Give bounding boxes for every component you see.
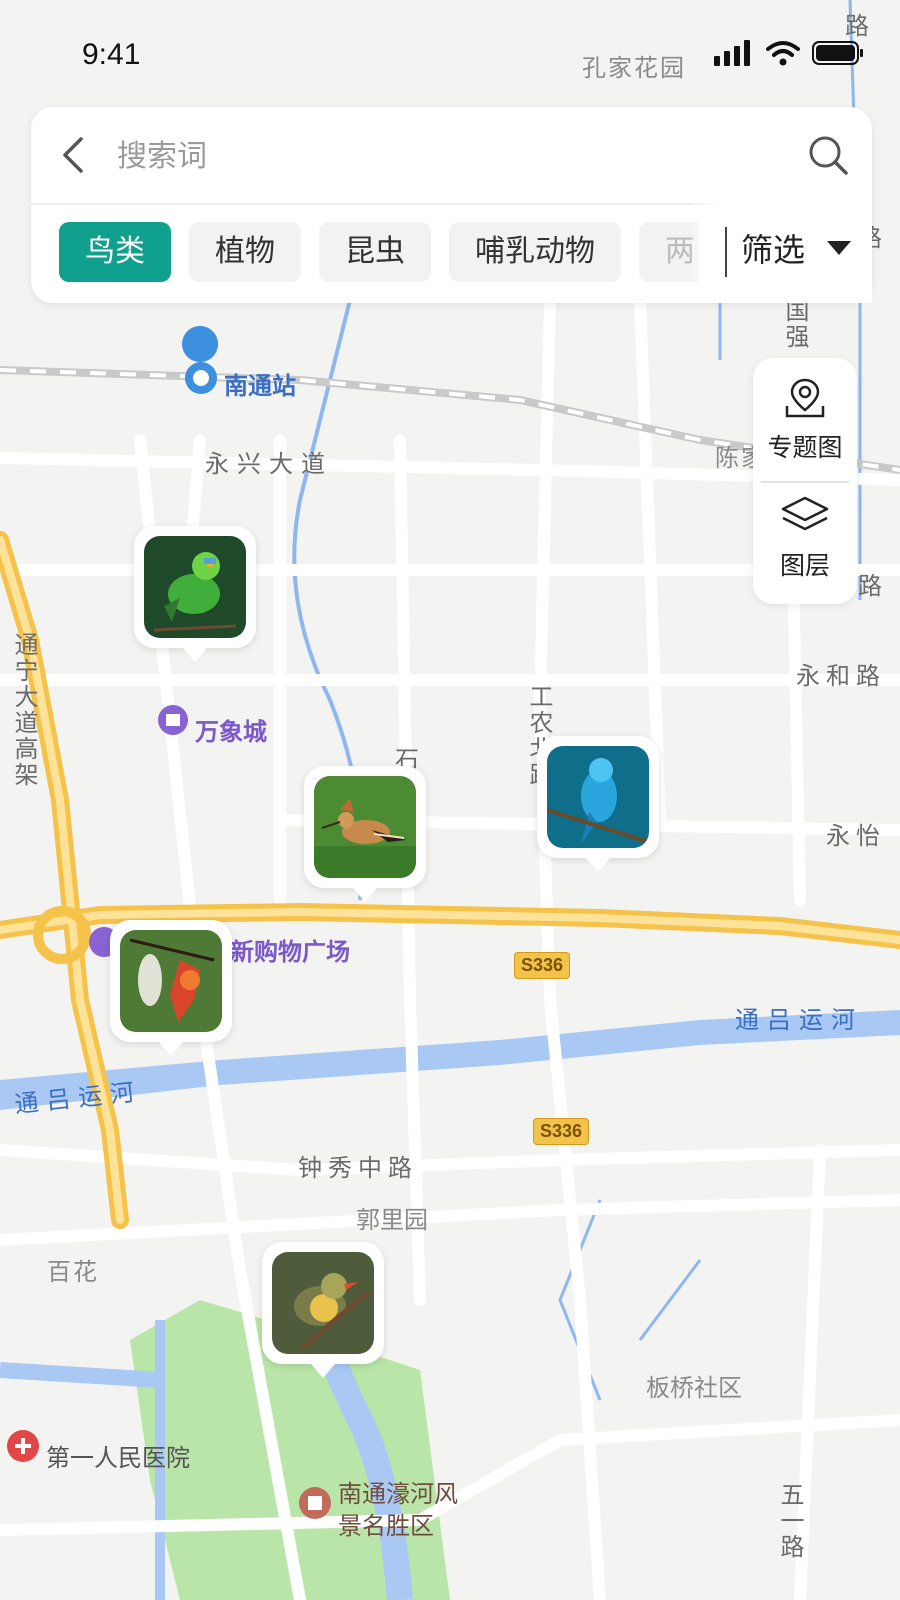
search-bar <box>31 107 872 205</box>
map-tools-panel: 专题图 图层 <box>753 358 857 604</box>
layers-label: 图层 <box>779 551 830 580</box>
signal-icon <box>714 40 750 66</box>
layers-icon <box>781 496 829 531</box>
back-arrow-icon[interactable] <box>53 133 97 177</box>
status-bar: 9:41 <box>0 0 900 100</box>
chip-insects[interactable]: 昆虫 <box>319 222 431 282</box>
map-label-shopping-plaza: 新购物广场 <box>230 938 350 966</box>
topic-map-label: 专题图 <box>767 433 843 462</box>
bird-photo-hoopoe <box>314 776 416 878</box>
chip-amphibians[interactable]: 两 <box>639 222 699 282</box>
map-label-nantong-station: 南通站 <box>224 372 296 400</box>
bird-photo-sunbird <box>120 930 222 1032</box>
battery-icon <box>812 41 863 65</box>
map-label-banqiao: 板桥社区 <box>646 1374 742 1402</box>
map-label-zhongxiu-road: 钟秀中路 <box>298 1154 418 1182</box>
wifi-icon <box>766 41 800 66</box>
map-pin-icon <box>785 378 825 418</box>
chip-birds[interactable]: 鸟类 <box>59 222 171 282</box>
map-label-tonglu-canal-east: 通吕运河 <box>735 1006 863 1034</box>
chip-plants[interactable]: 植物 <box>189 222 301 282</box>
bird-photo-blue-flycatcher <box>547 746 649 848</box>
bird-photo-green-barbet <box>144 536 246 638</box>
map-label-guoqiang: 国强 <box>781 298 809 350</box>
map-label-baihua: 百花 <box>47 1258 99 1286</box>
species-marker-blue-flycatcher[interactable] <box>537 736 659 872</box>
bird-photo-leiothrix <box>272 1252 374 1354</box>
tools-divider <box>761 481 849 483</box>
status-time: 9:41 <box>82 38 141 71</box>
search-input[interactable] <box>115 131 799 181</box>
map-label-tongning-viaduct: 通宁大道高架 <box>10 632 38 788</box>
species-marker-sunbird[interactable] <box>110 920 232 1056</box>
road-badge-s336-1: S336 <box>514 952 571 979</box>
layers-button[interactable]: 图层 <box>753 494 857 616</box>
species-marker-leiothrix[interactable] <box>262 1242 384 1378</box>
search-icon[interactable] <box>806 133 850 177</box>
filter-button[interactable]: 筛选 <box>741 225 852 271</box>
map-label-lu-right-2: 路 <box>858 572 884 600</box>
chip-mammals[interactable]: 哺乳动物 <box>449 222 621 282</box>
filter-label: 筛选 <box>741 231 806 269</box>
scenic-pin-icon <box>299 1487 331 1519</box>
species-marker-hoopoe[interactable] <box>304 766 426 902</box>
filter-area: 筛选 <box>691 203 872 303</box>
road-badge-s336-2: S336 <box>533 1118 590 1145</box>
species-marker-green-barbet[interactable] <box>134 526 256 662</box>
filter-divider <box>725 227 727 277</box>
map-label-yonghe-road: 永和路 <box>796 662 886 690</box>
topic-map-button[interactable]: 专题图 <box>753 376 857 498</box>
search-card: 鸟类 植物 昆虫 哺乳动物 两 筛选 <box>31 107 872 303</box>
dropdown-triangle-icon <box>827 241 852 255</box>
map-label-guoliyuan: 郭里园 <box>356 1206 428 1234</box>
map-label-wuyi-road: 五一路 <box>776 1482 804 1560</box>
map-label-haohe-scenic: 南通濠河风景名胜区 <box>338 1480 458 1540</box>
category-chips-row: 鸟类 植物 昆虫 哺乳动物 两 筛选 <box>31 203 872 303</box>
map-label-yongxing-avenue: 永兴大道 <box>205 450 333 478</box>
map-label-hospital: 第一人民医院 <box>46 1444 190 1472</box>
map-label-wanxiang-city: 万象城 <box>195 718 267 746</box>
mall-pin-icon <box>158 705 188 735</box>
map-label-yongyi: 永怡 <box>826 822 886 850</box>
hospital-pin-icon <box>7 1430 39 1462</box>
